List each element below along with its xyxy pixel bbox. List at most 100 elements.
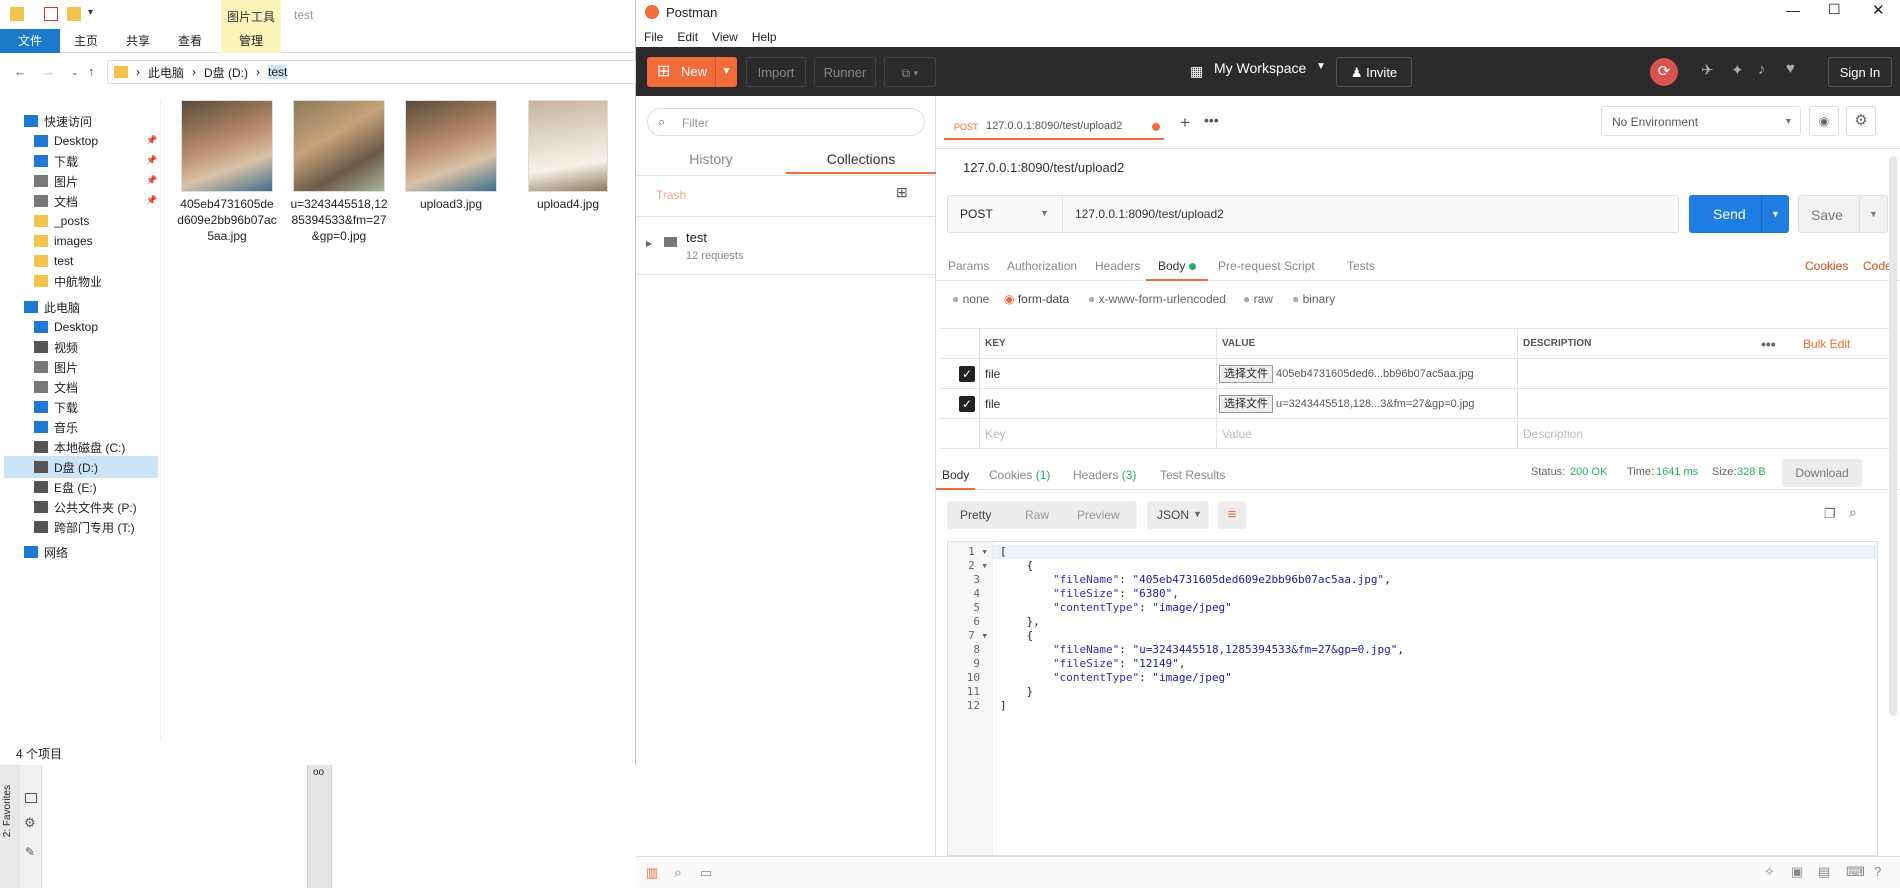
- tab-manage[interactable]: 管理: [221, 29, 281, 53]
- wrench-icon[interactable]: ✦: [1731, 61, 1744, 79]
- nav-item[interactable]: Desktop: [34, 130, 164, 152]
- two-pane-icon[interactable]: ▣: [1791, 864, 1803, 880]
- send-button[interactable]: Send ▼: [1689, 195, 1789, 233]
- grid-icon[interactable]: ▦: [1190, 63, 1203, 80]
- row-key[interactable]: file: [985, 359, 1000, 389]
- gear-icon[interactable]: ⚙: [1846, 106, 1876, 136]
- menu-file[interactable]: File: [644, 30, 663, 44]
- menu-edit[interactable]: Edit: [677, 30, 698, 44]
- tab-view[interactable]: 查看: [164, 29, 216, 53]
- nav-item[interactable]: 图片: [34, 170, 164, 192]
- choose-file-button[interactable]: 选择文件: [1219, 365, 1273, 383]
- up-arrow-icon[interactable]: ↑: [88, 64, 95, 79]
- code-link-text[interactable]: Code: [1863, 259, 1892, 273]
- caret-right-icon[interactable]: ▶: [646, 239, 652, 248]
- radio-none[interactable]: ● none: [952, 292, 989, 306]
- tab-body[interactable]: Body: [1146, 251, 1208, 281]
- heart-icon[interactable]: ♥: [1786, 60, 1795, 77]
- nav-item[interactable]: 此电脑: [24, 296, 154, 318]
- nav-item[interactable]: 音乐: [34, 416, 164, 438]
- nav-item[interactable]: _posts: [34, 210, 164, 232]
- save-button[interactable]: Save ▼: [1798, 195, 1888, 233]
- file-item[interactable]: u=3243445518,1285394533&fm=27&gp=0.jpg: [289, 100, 389, 244]
- new-window-button[interactable]: ⧉ ▾: [884, 57, 936, 87]
- value-placeholder[interactable]: Value: [1222, 419, 1252, 449]
- tab-prerequest-script[interactable]: Pre-request Script: [1218, 259, 1315, 273]
- chevron-down-icon[interactable]: ▼: [715, 57, 737, 87]
- nav-item[interactable]: D盘 (D:): [4, 456, 158, 478]
- nav-item[interactable]: 网络: [24, 541, 154, 563]
- sync-icon[interactable]: ⟳: [1650, 58, 1678, 86]
- nav-item[interactable]: 下载: [34, 150, 164, 172]
- import-button[interactable]: Import: [746, 57, 806, 87]
- description-placeholder[interactable]: Description: [1523, 419, 1583, 449]
- search-icon[interactable]: ⌕: [674, 864, 682, 881]
- preview-button[interactable]: Preview: [1077, 508, 1120, 522]
- pin-icon[interactable]: 📌: [146, 135, 157, 146]
- folder-icon[interactable]: [10, 7, 24, 21]
- bootcamp-icon[interactable]: ▤: [1818, 864, 1830, 880]
- response-editor[interactable]: 1 ▾ 2 ▾ 3 4 5 6 7 ▾ 8 9 10 11 12 [ { "fileName": "4…: [947, 541, 1878, 856]
- key-placeholder[interactable]: Key: [985, 419, 1006, 449]
- properties-icon[interactable]: [44, 7, 58, 21]
- radio-binary[interactable]: ● binary: [1292, 292, 1335, 306]
- nav-item[interactable]: 文档: [34, 190, 164, 212]
- workspace-selector[interactable]: My Workspace: [1214, 60, 1306, 76]
- row-checkbox[interactable]: ✓: [959, 366, 975, 382]
- menu-view[interactable]: View: [712, 30, 738, 44]
- help-icon[interactable]: ?: [1874, 864, 1881, 879]
- gear-icon[interactable]: ⚙: [24, 815, 36, 831]
- eye-icon[interactable]: ◉: [1809, 106, 1839, 136]
- tab-file[interactable]: 文件: [0, 29, 60, 53]
- row-key[interactable]: file: [985, 389, 1000, 419]
- nav-item[interactable]: 跨部门专用 (T:): [34, 516, 164, 538]
- resp-tab-body[interactable]: Body: [936, 458, 976, 490]
- resp-tab-headers[interactable]: Headers (3): [1073, 468, 1136, 482]
- method-select[interactable]: POST ▼: [948, 196, 1063, 232]
- file-item[interactable]: upload3.jpg: [401, 100, 501, 212]
- tab-share[interactable]: 共享: [112, 29, 164, 53]
- environment-select[interactable]: No Environment ▼: [1601, 106, 1801, 136]
- address-box[interactable]: › 此电脑 › D盘 (D:) › test: [107, 60, 636, 84]
- row-checkbox[interactable]: ✓: [959, 396, 975, 412]
- glasses-icon[interactable]: oo: [313, 767, 324, 778]
- nav-item[interactable]: 快速访问: [24, 110, 154, 132]
- format-select[interactable]: JSON ▼: [1147, 501, 1209, 529]
- breadcrumb-d-drive[interactable]: D盘 (D:): [204, 64, 248, 81]
- pin-icon[interactable]: 📌: [146, 195, 157, 206]
- satellite-icon[interactable]: ✈: [1701, 61, 1714, 79]
- new-collection-icon[interactable]: ⊞: [896, 184, 908, 201]
- layout-icon[interactable]: [25, 793, 37, 803]
- nav-item[interactable]: images: [34, 230, 164, 252]
- ide-splitter[interactable]: oo: [307, 765, 332, 888]
- pin-icon[interactable]: ✎: [25, 845, 35, 859]
- new-folder-icon[interactable]: [67, 7, 81, 21]
- close-icon[interactable]: ✕: [1872, 1, 1885, 19]
- download-button[interactable]: Download: [1782, 459, 1862, 487]
- radio-urlencoded[interactable]: ● x-www-form-urlencoded: [1088, 292, 1226, 306]
- recent-dropdown-icon[interactable]: ⌄: [71, 67, 79, 78]
- radio-form-data[interactable]: ◉ form-data: [1004, 292, 1069, 306]
- sidebar-toggle-icon[interactable]: ▥: [646, 865, 658, 881]
- cookies-link-text[interactable]: Cookies: [1805, 259, 1848, 273]
- tab-headers[interactable]: Headers: [1095, 259, 1140, 273]
- console-icon[interactable]: ▭: [700, 865, 712, 881]
- forward-arrow-icon[interactable]: →: [42, 64, 55, 79]
- sign-in-button[interactable]: Sign In: [1828, 57, 1892, 87]
- choose-file-button[interactable]: 选择文件: [1219, 395, 1273, 413]
- pin-icon[interactable]: 📌: [146, 175, 157, 186]
- maximize-icon[interactable]: ☐: [1828, 1, 1841, 18]
- wrap-lines-icon[interactable]: ≡: [1218, 501, 1246, 529]
- chevron-down-icon[interactable]: ▼: [1761, 195, 1789, 233]
- keyboard-icon[interactable]: ⌨: [1846, 864, 1865, 880]
- menu-help[interactable]: Help: [752, 30, 777, 44]
- invite-button[interactable]: ♟ Invite: [1336, 57, 1412, 87]
- resp-tab-cookies[interactable]: Cookies (1): [989, 468, 1050, 482]
- url-input[interactable]: 127.0.0.1:8090/test/upload2: [1075, 207, 1224, 221]
- bell-icon[interactable]: ♪: [1758, 61, 1766, 78]
- tab-history[interactable]: History: [636, 144, 786, 174]
- favorites-tab[interactable]: 2: Favorites: [2, 785, 13, 837]
- tab-params[interactable]: Params: [948, 259, 989, 273]
- resp-tab-test-results[interactable]: Test Results: [1160, 468, 1225, 482]
- copy-icon[interactable]: ❐: [1824, 506, 1836, 522]
